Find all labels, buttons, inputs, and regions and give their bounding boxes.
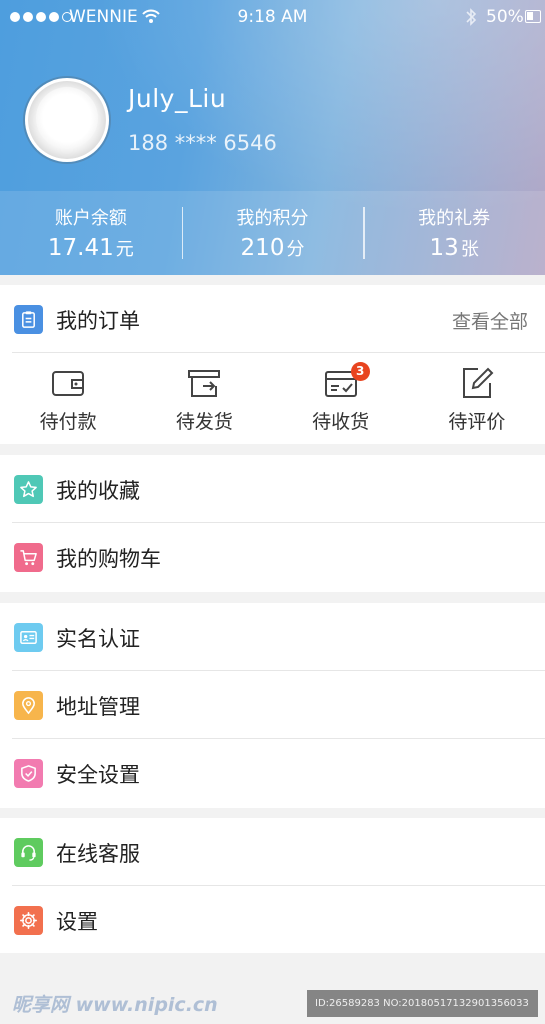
order-label: 待发货 bbox=[175, 411, 233, 433]
favorites-card: 我的收藏 我的购物车 bbox=[0, 455, 545, 592]
stat-unit: 张 bbox=[460, 239, 479, 260]
location-pin-icon bbox=[14, 691, 43, 720]
clipboard-icon bbox=[14, 305, 43, 334]
menu-label: 实名认证 bbox=[56, 627, 140, 651]
headset-icon bbox=[14, 838, 43, 867]
orders-header[interactable]: 我的订单 查看全部 bbox=[12, 285, 545, 353]
order-label: 待评价 bbox=[448, 411, 506, 433]
wallet-icon bbox=[52, 371, 85, 396]
view-all-orders-link[interactable]: 查看全部 bbox=[452, 307, 528, 334]
menu-item-service[interactable]: 在线客服 bbox=[12, 818, 545, 886]
menu-label: 安全设置 bbox=[56, 763, 140, 787]
orders-card: 我的订单 查看全部 待付款 待发货 3 待收货 待评价 bbox=[0, 285, 545, 444]
stat-unit: 分 bbox=[286, 239, 305, 260]
stat-balance[interactable]: 账户余额 17.41 元 bbox=[0, 191, 182, 275]
stat-label: 账户余额 bbox=[54, 208, 127, 229]
stat-points[interactable]: 我的积分 210 分 bbox=[181, 191, 364, 275]
username: July_Liu bbox=[128, 84, 227, 113]
stat-value: 13 bbox=[429, 235, 459, 261]
menu-label: 地址管理 bbox=[56, 695, 140, 719]
orders-title: 我的订单 bbox=[56, 309, 140, 333]
menu-label: 设置 bbox=[56, 910, 98, 934]
order-pending-receipt[interactable]: 3 待收货 bbox=[273, 353, 409, 443]
account-stats: 账户余额 17.41 元 我的积分 210 分 我的礼券 13 张 bbox=[0, 191, 545, 275]
menu-label: 我的收藏 bbox=[56, 479, 140, 503]
gear-icon bbox=[14, 906, 43, 935]
star-icon bbox=[14, 475, 43, 504]
order-label: 待收货 bbox=[312, 411, 370, 433]
bluetooth-icon bbox=[464, 7, 478, 32]
order-pending-review[interactable]: 待评价 bbox=[409, 353, 545, 443]
account-card: 实名认证 地址管理 安全设置 bbox=[0, 603, 545, 808]
watermark-logo: 昵享网 www.nipic.cn bbox=[12, 994, 218, 1016]
menu-item-verify[interactable]: 实名认证 bbox=[12, 603, 545, 671]
support-card: 在线客服 设置 bbox=[0, 818, 545, 953]
menu-item-address[interactable]: 地址管理 bbox=[12, 671, 545, 739]
order-pending-shipment[interactable]: 待发货 bbox=[136, 353, 272, 443]
id-card-icon bbox=[14, 623, 43, 652]
shield-icon bbox=[14, 759, 43, 788]
cart-icon bbox=[14, 543, 43, 572]
menu-item-security[interactable]: 安全设置 bbox=[12, 739, 545, 807]
notification-badge: 3 bbox=[350, 362, 370, 381]
profile-header: WENNIE 9:18 AM 50% July_Liu 188 **** 654… bbox=[0, 0, 545, 275]
menu-label: 在线客服 bbox=[56, 842, 140, 866]
stat-value: 17.41 bbox=[47, 235, 114, 261]
order-label: 待付款 bbox=[39, 411, 97, 433]
order-status-grid: 待付款 待发货 3 待收货 待评价 bbox=[0, 353, 545, 443]
edit-icon bbox=[462, 367, 494, 398]
stat-unit: 元 bbox=[115, 239, 134, 260]
menu-item-cart[interactable]: 我的购物车 bbox=[12, 523, 545, 591]
avatar[interactable] bbox=[25, 78, 109, 162]
battery-percent: 50% bbox=[486, 7, 524, 27]
order-pending-payment[interactable]: 待付款 bbox=[0, 353, 136, 443]
menu-item-favorites[interactable]: 我的收藏 bbox=[12, 455, 545, 523]
stat-label: 我的积分 bbox=[236, 208, 309, 229]
menu-label: 我的购物车 bbox=[56, 547, 161, 571]
battery-icon bbox=[525, 10, 541, 23]
status-bar: WENNIE 9:18 AM 50% bbox=[0, 0, 545, 34]
stat-coupons[interactable]: 我的礼券 13 张 bbox=[363, 191, 545, 275]
package-icon bbox=[188, 370, 221, 397]
stat-value: 210 bbox=[240, 235, 285, 261]
menu-item-settings[interactable]: 设置 bbox=[12, 886, 545, 954]
stat-label: 我的礼券 bbox=[418, 208, 491, 229]
phone-number: 188 **** 6546 bbox=[128, 131, 277, 155]
watermark-id: ID:26589283 NO:20180517132901356033 bbox=[307, 990, 538, 1017]
